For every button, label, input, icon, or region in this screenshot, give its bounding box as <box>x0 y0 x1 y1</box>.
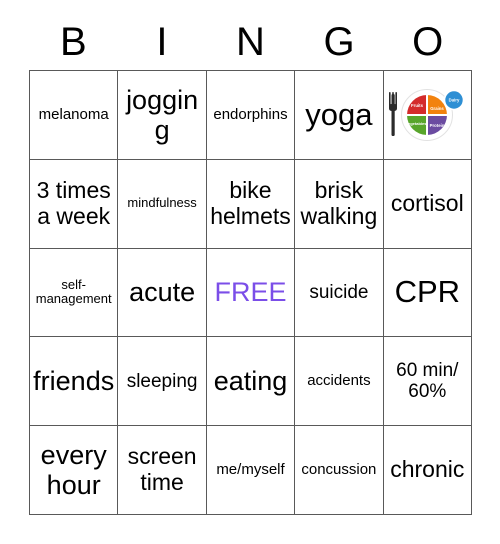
bingo-cell-label: me/myself <box>216 460 285 478</box>
bingo-cell-label: mindfulness <box>127 195 197 211</box>
bingo-cell-r5-c4[interactable]: concussion <box>295 426 384 515</box>
bingo-cell-label: acute <box>129 277 196 308</box>
bingo-cell-label: 60 min/ 60% <box>396 360 459 403</box>
bingo-cell-label: endorphins <box>213 105 288 123</box>
bingo-cell-r2-c2[interactable]: mindfulness <box>118 159 207 249</box>
bingo-cell-r2-c3[interactable]: bike helmets <box>206 159 296 249</box>
bingo-cell-r2-c1[interactable]: 3 times a week <box>30 159 119 249</box>
svg-text:Dairy: Dairy <box>449 97 460 102</box>
bingo-cell-label: jogging <box>126 84 199 145</box>
header-letter-g: G <box>323 20 355 64</box>
header-letter-i: I <box>156 20 168 64</box>
bingo-cell-r3-c5[interactable]: CPR <box>383 248 472 338</box>
bingo-grid: melanoma jogging endorphins yoga Fruits Grain… <box>29 70 472 515</box>
svg-text:Fruits: Fruits <box>411 103 424 108</box>
bingo-cell-r2-c4[interactable]: brisk walking <box>295 159 384 249</box>
bingo-cell-label: concussion <box>301 460 377 478</box>
bingo-cell-r1-c4[interactable]: yoga <box>295 71 384 160</box>
bingo-cell-r5-c3[interactable]: me/myself <box>206 426 296 515</box>
bingo-cell-label: every hour <box>40 439 107 501</box>
bingo-cell-label: 3 times a week <box>36 176 111 229</box>
header-letter-o: O <box>412 20 444 64</box>
bingo-cell-r4-c5[interactable]: 60 min/ 60% <box>383 337 472 427</box>
bingo-header-row: B I N G O <box>29 14 472 70</box>
bingo-cell-r4-c4[interactable]: accidents <box>295 337 384 427</box>
bingo-cell-label: sleeping <box>126 370 198 392</box>
bingo-cell-label: melanoma <box>38 105 109 123</box>
bingo-cell-label: brisk walking <box>300 176 378 229</box>
bingo-cell-label: accidents <box>307 371 371 389</box>
bingo-cell-r5-c1[interactable]: every hour <box>30 426 119 515</box>
bingo-cell-r1-c1[interactable]: melanoma <box>30 71 119 160</box>
bingo-cell-label: eating <box>213 366 288 397</box>
bingo-cell-label: suicide <box>309 281 369 303</box>
bingo-cell-r1-c2[interactable]: jogging <box>118 71 207 160</box>
bingo-cell-label: screen time <box>127 443 197 496</box>
bingo-cell-label: cortisol <box>390 189 464 216</box>
bingo-cell-r3-c2[interactable]: acute <box>118 248 207 338</box>
bingo-cell-r5-c2[interactable]: screen time <box>118 426 207 515</box>
bingo-cell-r4-c1[interactable]: friends <box>30 337 119 427</box>
bingo-cell-r4-c3[interactable]: eating <box>206 337 296 427</box>
bingo-cell-r1-c5[interactable]: Fruits Grains Vegetables Protein Dairy <box>383 71 472 160</box>
bingo-cell-label: yoga <box>305 96 373 132</box>
bingo-cell-r2-c5[interactable]: cortisol <box>383 159 472 249</box>
bingo-cell-r3-c3[interactable]: FREE <box>206 248 296 338</box>
svg-text:Vegetables: Vegetables <box>406 121 428 126</box>
svg-text:Protein: Protein <box>430 123 445 128</box>
free-space-label: FREE <box>214 277 287 308</box>
bingo-cell-r4-c2[interactable]: sleeping <box>118 337 207 427</box>
bingo-cell-r1-c3[interactable]: endorphins <box>206 71 296 160</box>
bingo-cell-r5-c5[interactable]: chronic <box>383 426 472 515</box>
svg-text:Grains: Grains <box>430 106 444 111</box>
bingo-cell-r3-c1[interactable]: self-management <box>30 248 119 338</box>
bingo-card: B I N G O melanoma jogging endorphins yoga F… <box>0 0 500 544</box>
myplate-icon: Fruits Grains Vegetables Protein Dairy <box>384 71 471 159</box>
bingo-cell-label: self-management <box>35 276 112 307</box>
bingo-cell-r3-c4[interactable]: suicide <box>295 248 384 338</box>
bingo-cell-label: bike helmets <box>210 176 291 229</box>
bingo-cell-label: chronic <box>390 456 465 483</box>
header-letter-b: B <box>59 20 87 64</box>
header-letter-n: N <box>236 20 265 64</box>
bingo-cell-label: friends <box>33 366 115 397</box>
bingo-cell-label: CPR <box>394 274 461 310</box>
